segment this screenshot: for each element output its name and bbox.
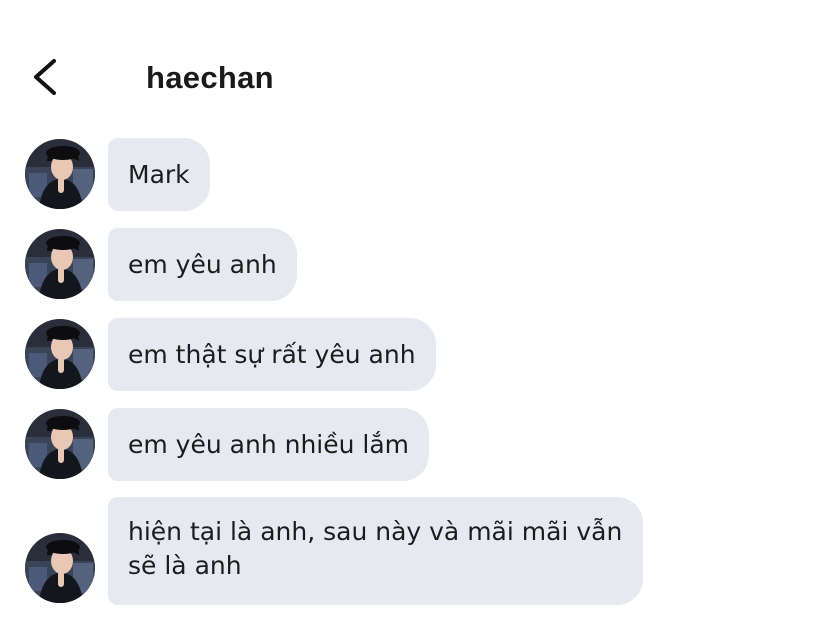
avatar-photo — [25, 229, 95, 299]
avatar-photo — [25, 533, 95, 603]
avatar[interactable] — [25, 139, 95, 209]
avatar-photo — [25, 139, 95, 209]
message-list: Mark em yêu anh em thật sự rất yêu anh e… — [0, 0, 827, 643]
avatar[interactable] — [25, 229, 95, 299]
message-bubble[interactable]: hiện tại là anh, sau này và mãi mãi vẫn … — [108, 497, 643, 605]
message-bubble[interactable]: em yêu anh — [108, 228, 297, 301]
avatar-photo — [25, 409, 95, 479]
avatar[interactable] — [25, 409, 95, 479]
message-bubble[interactable]: em thật sự rất yêu anh — [108, 318, 436, 391]
message-bubble[interactable]: Mark — [108, 138, 210, 211]
message-bubble[interactable]: em yêu anh nhiều lắm — [108, 408, 430, 481]
chat-screen: haechan Mark em yêu anh em thật sự rất y… — [0, 0, 827, 643]
avatar[interactable] — [25, 533, 95, 603]
avatar-photo — [25, 319, 95, 389]
avatar[interactable] — [25, 319, 95, 389]
